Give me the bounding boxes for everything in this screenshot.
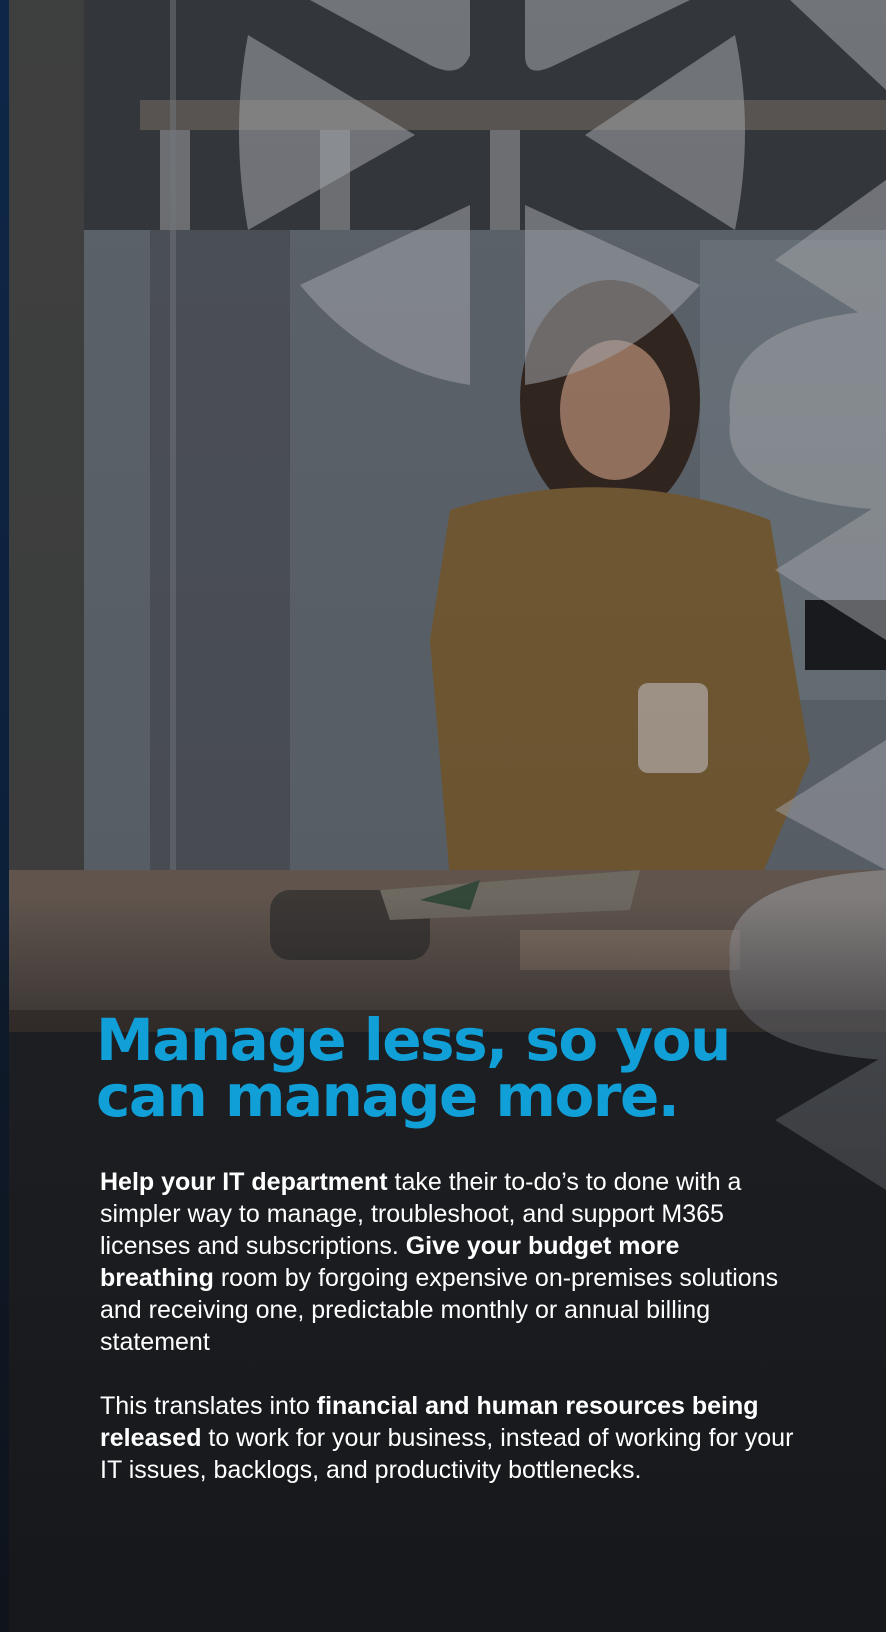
paragraph-2-text-1: This translates into <box>100 1392 317 1420</box>
brochure-page: Manage less, so you can manage more. Hel… <box>0 0 886 1632</box>
paragraph-2: This translates into financial and human… <box>100 1390 800 1486</box>
headline-line-2: can manage more. <box>96 1062 680 1130</box>
paragraph-1: Help your IT department take their to-do… <box>100 1166 800 1358</box>
headline: Manage less, so you can manage more. <box>96 1006 796 1130</box>
paragraph-1-bold-1: Help your IT department <box>100 1168 388 1196</box>
paragraph-2-text-2: to work for your business, instead of wo… <box>100 1424 794 1484</box>
headline-line-1: Manage less, so you <box>96 1006 731 1074</box>
body-copy: Help your IT department take their to-do… <box>100 1166 800 1518</box>
